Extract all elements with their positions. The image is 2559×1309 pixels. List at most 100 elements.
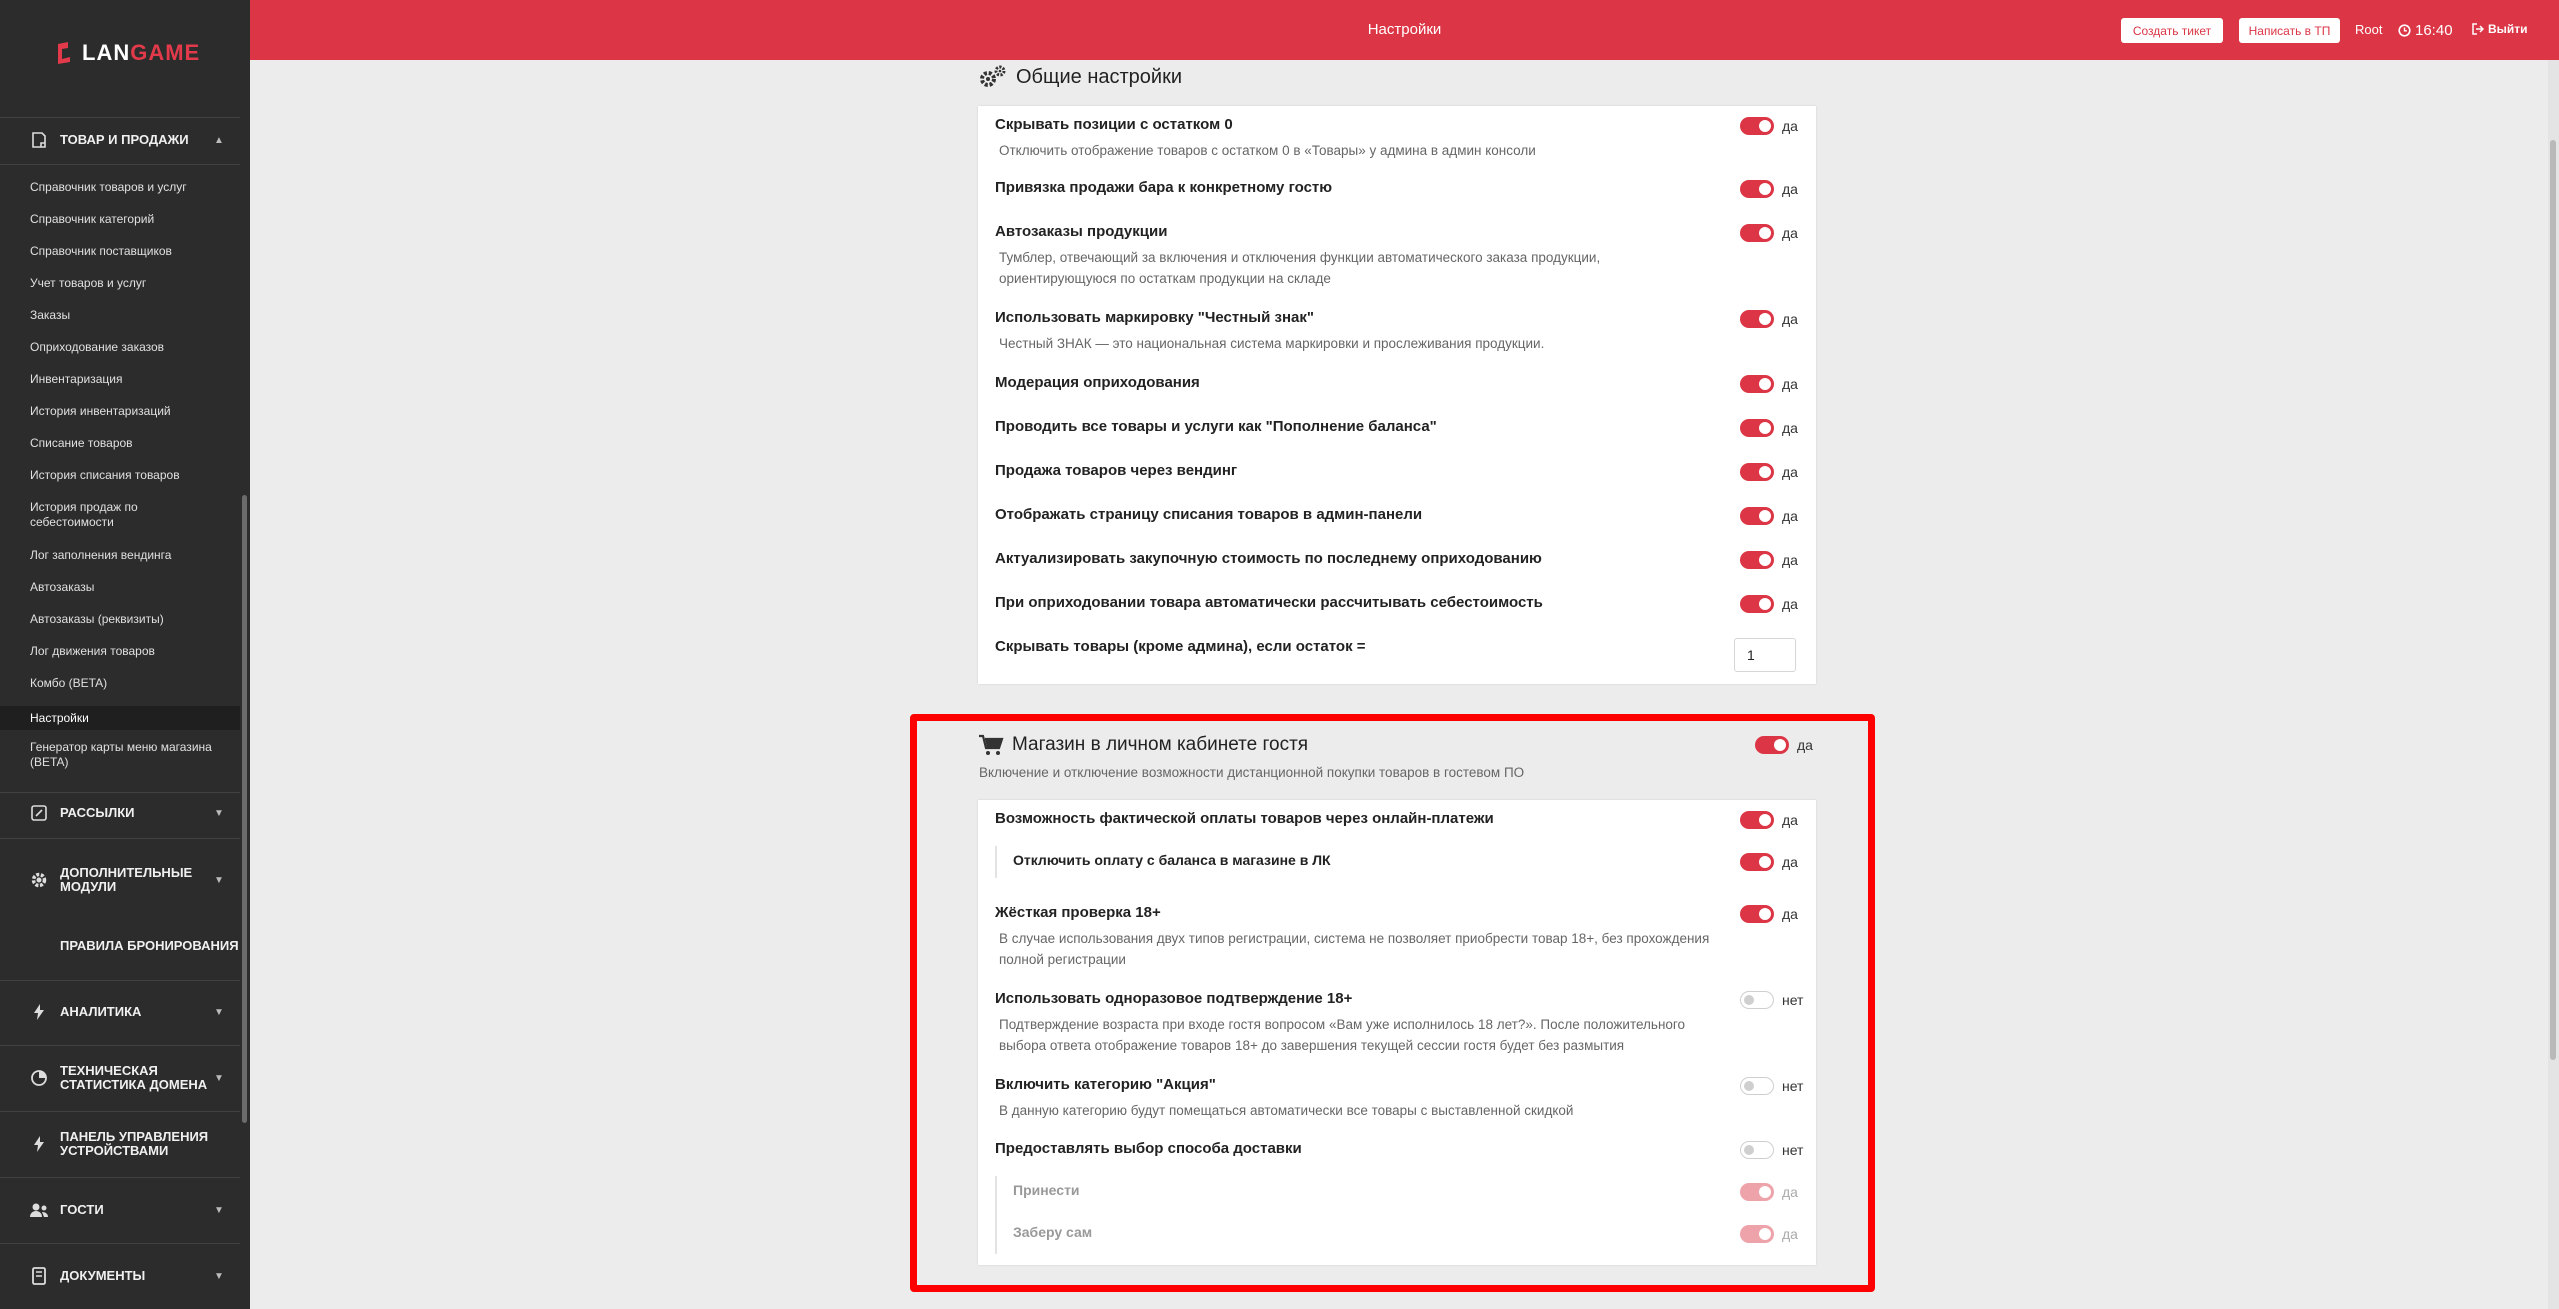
general-row-description: Отключить отображение товаров с остатком… (999, 143, 1536, 158)
sidebar-item-inventory[interactable]: Инвентаризация (0, 372, 240, 387)
sidebar-item-write-off[interactable]: Списание товаров (0, 436, 240, 451)
general-row-title: Проводить все товары и услуги как "Попол… (995, 418, 1437, 435)
general-row-title: Отображать страницу списания товаров в а… (995, 506, 1423, 523)
toggle-switch[interactable] (1740, 180, 1774, 198)
toggle-switch[interactable] (1740, 310, 1774, 328)
sidebar-section-mailings[interactable]: РАССЫЛКИ ▼ (0, 793, 240, 833)
sidebar-item-categories[interactable]: Справочник категорий (0, 212, 240, 227)
users-icon (28, 1199, 50, 1221)
sidebar-item-sales-cost-history[interactable]: История продаж по себестоимости (0, 500, 240, 530)
general-row-description: Честный ЗНАК — это национальная система … (999, 336, 1545, 351)
general-row-toggle[interactable]: да (1740, 375, 1798, 393)
general-row-toggle[interactable]: да (1740, 180, 1798, 198)
general-row-title: Модерация оприходования (995, 374, 1200, 391)
general-row-title: Использовать маркировку "Честный знак" (995, 309, 1314, 326)
sidebar-section-label: ДОКУМЕНТЫ (60, 1268, 146, 1283)
document-icon (28, 129, 50, 151)
sidebar-item-inventory-history[interactable]: История инвентаризаций (0, 404, 240, 419)
clock: 16:40 (2398, 22, 2453, 39)
sidebar-item-write-off-history[interactable]: История списания товаров (0, 468, 240, 483)
sidebar-section-label: ТОВАР И ПРОДАЖИ (60, 132, 189, 147)
toggle-label: да (1782, 552, 1798, 568)
general-row-title: Продажа товаров через вендинг (995, 462, 1238, 479)
toggle-switch[interactable] (1740, 375, 1774, 393)
sidebar-item-suppliers[interactable]: Справочник поставщиков (0, 244, 240, 259)
general-row-toggle[interactable]: да (1740, 310, 1798, 328)
chevron-down-icon: ▼ (214, 1270, 224, 1282)
logout-button[interactable]: Выйти (2472, 22, 2528, 36)
logout-icon (2472, 23, 2484, 35)
general-row-title: Скрывать товары (кроме админа), если ост… (995, 638, 1366, 655)
logo[interactable]: LANGAME (54, 38, 200, 68)
sidebar-item-goods-movement-log[interactable]: Лог движения товаров (0, 644, 240, 659)
stock-threshold-input[interactable] (1734, 638, 1796, 672)
toggle-switch[interactable] (1740, 595, 1774, 613)
general-row-toggle[interactable]: да (1740, 463, 1798, 481)
highlight-frame (910, 714, 1875, 1292)
chevron-down-icon: ▼ (214, 874, 224, 886)
logout-label: Выйти (2488, 22, 2528, 36)
write-support-button[interactable]: Написать в ТП (2239, 18, 2340, 43)
sidebar-section-device-panel[interactable]: ПАНЕЛЬ УПРАВЛЕНИЯ УСТРОЙСТВАМИ (0, 1124, 240, 1164)
general-row-title: Актуализировать закупочную стоимость по … (995, 550, 1542, 567)
general-row-toggle[interactable]: да (1740, 551, 1798, 569)
sidebar-section-label: ПАНЕЛЬ УПРАВЛЕНИЯ УСТРОЙСТВАМИ (60, 1129, 209, 1158)
edit-box-icon (28, 802, 50, 824)
sidebar-section-tech-stats[interactable]: ТЕХНИЧЕСКАЯ СТАТИСТИКА ДОМЕНА ▼ (0, 1058, 240, 1098)
toggle-switch[interactable] (1740, 224, 1774, 242)
sidebar-item-orders[interactable]: Заказы (0, 308, 240, 323)
toggle-switch[interactable] (1740, 507, 1774, 525)
chevron-down-icon: ▼ (214, 807, 224, 819)
general-row-toggle[interactable]: да (1740, 595, 1798, 613)
logo-text: LANGAME (82, 40, 201, 65)
sidebar-item-combo[interactable]: Комбо (BETA) (0, 676, 240, 691)
toggle-switch[interactable] (1740, 551, 1774, 569)
sidebar-section-extra-modules[interactable]: ДОПОЛНИТЕЛЬНЫЕ МОДУЛИ ▼ (0, 860, 240, 900)
sidebar-scrollbar[interactable] (242, 495, 247, 1123)
bolt-icon (28, 1133, 50, 1155)
sidebar-item-auto-orders[interactable]: Автозаказы (0, 580, 240, 595)
create-ticket-button[interactable]: Создать тикет (2121, 18, 2223, 43)
toggle-label: да (1782, 118, 1798, 134)
toggle-label: да (1782, 376, 1798, 392)
sidebar-item-goods-accounting[interactable]: Учет товаров и услуг (0, 276, 240, 291)
chevron-down-icon: ▼ (214, 1072, 224, 1084)
sidebar-section-label: РАССЫЛКИ (60, 805, 135, 820)
sidebar-item-auto-orders-requisites[interactable]: Автозаказы (реквизиты) (0, 612, 240, 627)
toggle-label: да (1782, 508, 1798, 524)
page-scrollbar-thumb[interactable] (2550, 140, 2556, 1060)
sidebar-item-order-receiving[interactable]: Оприходование заказов (0, 340, 240, 355)
user-name[interactable]: Root (2355, 22, 2382, 37)
chevron-down-icon: ▼ (214, 1006, 224, 1018)
toggle-switch[interactable] (1740, 117, 1774, 135)
general-row-title: Автозаказы продукции (995, 223, 1168, 240)
toggle-switch[interactable] (1740, 419, 1774, 437)
general-settings-header: Общие настройки (978, 64, 1182, 90)
general-settings-card: Скрывать позиции с остатком 0 Отключить о… (978, 106, 1816, 684)
general-row-title: Привязка продажи бара к конкретному гост… (995, 179, 1333, 196)
general-row-toggle[interactable]: да (1740, 224, 1798, 242)
sidebar-booking-rules[interactable]: ПРАВИЛА БРОНИРОВАНИЯ (0, 926, 240, 966)
sidebar-item-settings[interactable]: Настройки (0, 706, 240, 730)
sidebar-section-documents[interactable]: ДОКУМЕНТЫ ▼ (0, 1256, 240, 1296)
sidebar-section-label: ГОСТИ (60, 1202, 104, 1217)
sidebar-item-vending-log[interactable]: Лог заполнения вендинга (0, 548, 240, 563)
toggle-label: да (1782, 420, 1798, 436)
toggle-label: да (1782, 596, 1798, 612)
sidebar-section-label: ТЕХНИЧЕСКАЯ СТАТИСТИКА ДОМЕНА (60, 1063, 208, 1092)
toggle-switch[interactable] (1740, 463, 1774, 481)
sidebar-item-catalog[interactable]: Справочник товаров и услуг (0, 180, 240, 195)
general-row-toggle[interactable]: да (1740, 117, 1798, 135)
sidebar-item-menu-map-generator[interactable]: Генератор карты меню магазина (BETA) (0, 740, 240, 770)
toggle-label: да (1782, 311, 1798, 327)
sidebar-section-label: ДОПОЛНИТЕЛЬНЫЕ МОДУЛИ (60, 865, 193, 894)
sidebar: LANGAME ТОВАР И ПРОДАЖИ ▲ Справочник тов… (0, 0, 250, 1309)
general-row-toggle[interactable]: да (1740, 419, 1798, 437)
toggle-label: да (1782, 225, 1798, 241)
logo-icon (58, 42, 70, 64)
general-row-toggle[interactable]: да (1740, 507, 1798, 525)
sidebar-section-goods[interactable]: ТОВАР И ПРОДАЖИ ▲ (0, 120, 240, 160)
sidebar-section-guests[interactable]: ГОСТИ ▼ (0, 1190, 240, 1230)
chevron-up-icon: ▲ (214, 134, 224, 146)
sidebar-section-analytics[interactable]: АНАЛИТИКА ▼ (0, 992, 240, 1032)
